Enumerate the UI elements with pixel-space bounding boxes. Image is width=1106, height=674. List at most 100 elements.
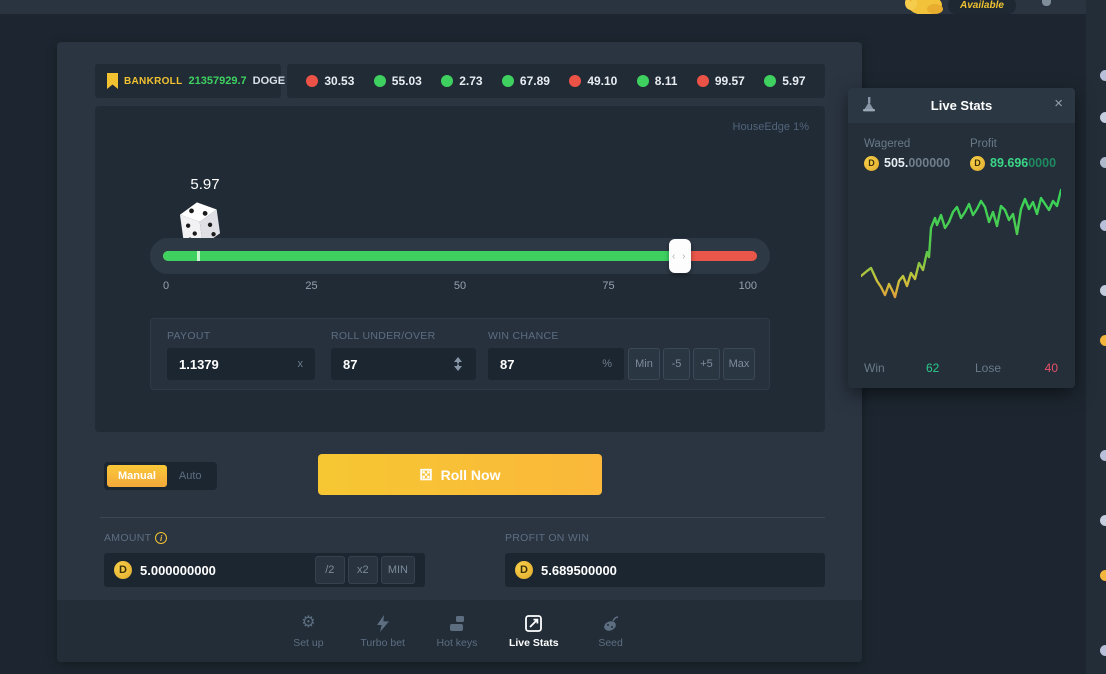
roll-value: 55.03 [392,74,422,88]
win-chance-suffix: % [602,358,612,370]
house-edge-label: HouseEdge 1% [733,121,809,133]
roll-history-item[interactable]: 5.97 [764,74,805,88]
win-chance-minus5-button[interactable]: -5 [663,348,690,380]
chat-avatar[interactable] [1100,220,1106,231]
roll-history-item[interactable]: 2.73 [441,74,482,88]
scale-tick: 25 [305,280,317,292]
roll-history-item[interactable]: 49.10 [569,74,617,88]
wagered-main: 505. [884,156,908,170]
chat-avatar[interactable] [1100,285,1106,296]
roll-history-item[interactable]: 8.11 [637,74,678,88]
chat-avatar[interactable] [1100,157,1106,168]
nav-label: Seed [598,637,623,649]
live-stats-title: Live Stats [848,98,1075,113]
win-chance-value: 87 [500,357,602,372]
amount-value: 5.000000000 [140,563,307,578]
roll-value: 49.10 [587,74,617,88]
roll-history-item[interactable]: 99.57 [697,74,745,88]
chat-avatar[interactable] [1100,515,1106,526]
chat-avatar[interactable] [1100,335,1106,346]
live-stats-header: Live Stats × [848,88,1075,123]
bankroll-currency: DOGE [253,75,285,87]
roll-history-item[interactable]: 67.89 [502,74,550,88]
slider-track[interactable]: ‹ › [163,251,757,261]
bankroll-label: BANKROLL [124,76,183,87]
amount-label-row: AMOUNT i [104,532,167,544]
dice-game-card: BANKROLL 21357929.7 DOGE 30.53 55.03 2.7… [57,42,862,662]
header-mini-icon[interactable] [1042,0,1051,6]
scale-tick: 50 [454,280,466,292]
tab-manual[interactable]: Manual [107,465,167,487]
win-label: Win [864,361,885,375]
info-icon[interactable]: i [155,532,167,544]
nav-label: Turbo bet [360,637,405,649]
hotkeys-icon [448,614,466,632]
bookmark-icon [107,73,118,89]
slider-fill [163,251,680,261]
roll-slider[interactable]: ‹ › [150,238,770,274]
nav-setup[interactable]: ⚙ Set up [286,614,330,649]
amount-input[interactable]: D 5.000000000 /2 x2 MIN [104,553,425,587]
profit-chart [861,180,1061,342]
payout-suffix: x [298,358,304,370]
tab-auto[interactable]: Auto [167,465,214,487]
chat-avatar[interactable] [1100,450,1106,461]
payout-input[interactable]: 1.1379 x [167,348,315,380]
doge-coin-icon: D [864,156,879,171]
slider-handle[interactable]: ‹ › [669,239,691,273]
roll-history-item[interactable]: 55.03 [374,74,422,88]
roll-now-button[interactable]: ⚄ Roll Now [318,454,602,495]
chat-avatar[interactable] [1100,112,1106,123]
nav-label: Live Stats [509,637,559,649]
close-icon[interactable]: × [1054,95,1063,112]
bolt-icon [377,614,389,632]
amount-double-button[interactable]: x2 [348,556,378,584]
live-stats-panel: Live Stats × Wagered D 505.000000 Profit… [848,88,1075,388]
last-roll-label: 5.97 [175,176,235,193]
roll-result-dot [502,75,514,87]
win-chance-min-button[interactable]: Min [628,348,660,380]
nav-turbo-bet[interactable]: Turbo bet [360,614,405,649]
roll-under-over-input[interactable]: 87 [331,348,476,380]
profit-on-win-value: 5.689500000 [541,563,815,578]
profit-label-row: PROFIT ON WIN [505,532,589,544]
roll-result-dot [764,75,776,87]
win-chance-input[interactable]: 87 % [488,348,624,380]
lose-label: Lose [975,361,1001,375]
chat-strip [1086,0,1106,674]
win-chance-plus5-button[interactable]: +5 [693,348,720,380]
amount-half-button[interactable]: /2 [315,556,345,584]
roll-result-dot [306,75,318,87]
doge-mascot-icon [903,0,945,14]
chat-avatar[interactable] [1100,645,1106,656]
bankroll-amount: 21357929.7 [189,75,247,87]
roll-result-dot [569,75,581,87]
profit-value: D 89.6960000 [970,154,1056,172]
scale-tick: 75 [602,280,614,292]
win-chance-max-button[interactable]: Max [723,348,755,380]
roll-now-label: Roll Now [441,467,501,483]
wagered-dim: 000000 [908,156,950,170]
nav-seed[interactable]: Seed [589,614,633,649]
roll-history-item[interactable]: 30.53 [306,74,354,88]
chat-avatar[interactable] [1100,570,1106,581]
chat-avatar[interactable] [1100,70,1106,81]
die-icon: ⚄ [420,466,433,484]
win-count: 62 [926,361,939,375]
roll-result-dot [441,75,453,87]
nav-hot-keys[interactable]: Hot keys [435,614,479,649]
amount-min-button[interactable]: MIN [381,556,415,584]
profit-on-win-label: PROFIT ON WIN [505,532,589,544]
payout-value: 1.1379 [179,357,298,372]
roll-value: 5.97 [782,74,805,88]
slider-scale: 0 25 50 75 100 [163,280,757,294]
swap-icon[interactable] [452,357,464,371]
roll-value: 2.73 [459,74,482,88]
payout-label: PAYOUT [167,330,210,342]
roll-result-dot [374,75,386,87]
roll-value: 99.57 [715,74,745,88]
nav-live-stats[interactable]: Live Stats [509,614,559,649]
doge-coin-icon: D [114,561,132,579]
profit-on-win-input: D 5.689500000 [505,553,825,587]
available-badge[interactable]: Available [948,0,1016,14]
